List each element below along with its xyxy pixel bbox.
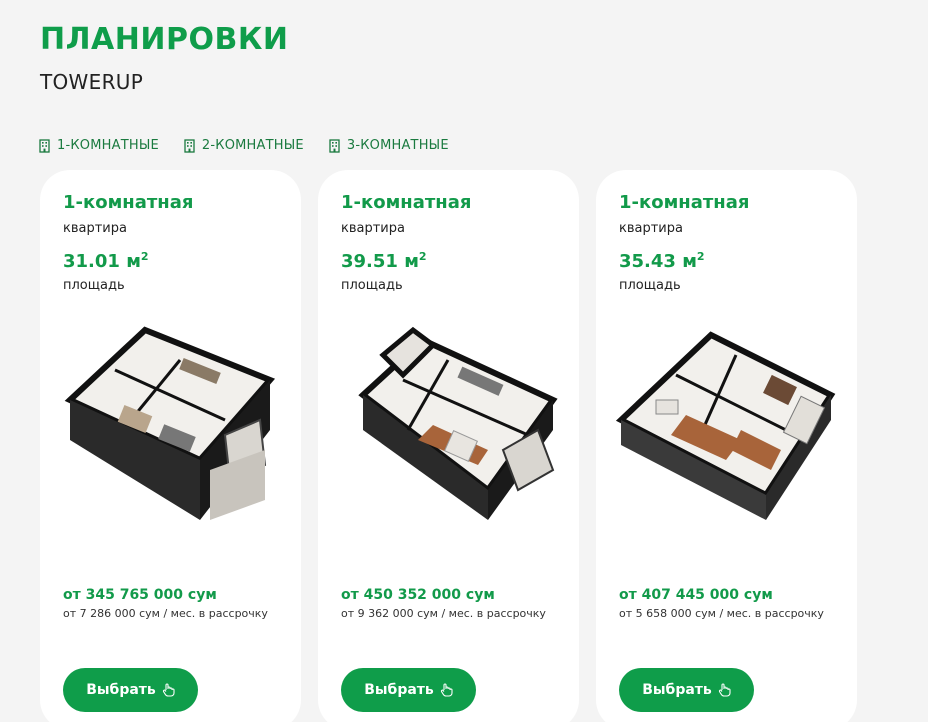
installment-text: от 7 286 000 сум / мес. в рассрочку <box>63 607 268 620</box>
apartment-card[interactable]: 1-комнатная квартира 35.43 м2 площадь от… <box>596 170 857 722</box>
filter-2-room[interactable]: 2-КОМНАТНЫЕ <box>183 138 304 153</box>
price: от 407 445 000 сум <box>619 587 773 603</box>
apartment-type: 1-комнатная <box>63 192 194 213</box>
apartment-area: 35.43 м2 <box>619 250 705 272</box>
apartment-area: 31.01 м2 <box>63 250 149 272</box>
apartment-type-sub: квартира <box>341 221 405 236</box>
filter-3-room[interactable]: 3-КОМНАТНЫЕ <box>328 138 449 153</box>
filter-1-room[interactable]: 1-КОМНАТНЫЕ <box>38 138 159 153</box>
apartment-type-sub: квартира <box>619 221 683 236</box>
price: от 345 765 000 сум <box>63 587 217 603</box>
installment-text: от 5 658 000 сум / мес. в рассрочку <box>619 607 824 620</box>
apartment-type: 1-комнатная <box>341 192 472 213</box>
apartment-type-sub: квартира <box>63 221 127 236</box>
apartment-area-sub: площадь <box>341 278 403 293</box>
select-button-label: Выбрать <box>86 682 156 698</box>
apartment-card[interactable]: 1-комнатная квартира 39.51 м2 площадь от… <box>318 170 579 722</box>
filter-label: 3-КОМНАТНЫЕ <box>346 138 449 153</box>
select-button[interactable]: Выбрать <box>341 668 476 712</box>
select-button[interactable]: Выбрать <box>619 668 754 712</box>
apartment-cards: 1-комнатная квартира 31.01 м2 площадь от… <box>40 170 857 722</box>
floor-plan-image <box>64 326 276 520</box>
installment-text: от 9 362 000 сум / мес. в рассрочку <box>341 607 546 620</box>
select-button-label: Выбрать <box>642 682 712 698</box>
apartment-area: 39.51 м2 <box>341 250 427 272</box>
building-icon <box>329 138 340 153</box>
building-icon <box>184 138 195 153</box>
building-icon <box>39 138 50 153</box>
hand-pointer-icon <box>162 683 175 697</box>
apartment-area-sub: площадь <box>63 278 125 293</box>
page-subtitle: TOWERUP <box>40 70 144 94</box>
room-filters: 1-КОМНАТНЫЕ 2-КОМНАТНЫЕ 3-КОМНАТНЫЕ <box>38 138 449 153</box>
apartment-area-sub: площадь <box>619 278 681 293</box>
filter-label: 1-КОМНАТНЫЕ <box>57 138 159 153</box>
floor-plan-image <box>358 326 558 520</box>
select-button-label: Выбрать <box>364 682 434 698</box>
price: от 450 352 000 сум <box>341 587 495 603</box>
apartment-card[interactable]: 1-комнатная квартира 31.01 м2 площадь от… <box>40 170 301 722</box>
hand-pointer-icon <box>440 683 453 697</box>
page-title: ПЛАНИРОВКИ <box>40 22 289 57</box>
hand-pointer-icon <box>718 683 731 697</box>
select-button[interactable]: Выбрать <box>63 668 198 712</box>
floor-plan-image <box>616 331 836 520</box>
apartment-type: 1-комнатная <box>619 192 750 213</box>
filter-label: 2-КОМНАТНЫЕ <box>201 138 304 153</box>
